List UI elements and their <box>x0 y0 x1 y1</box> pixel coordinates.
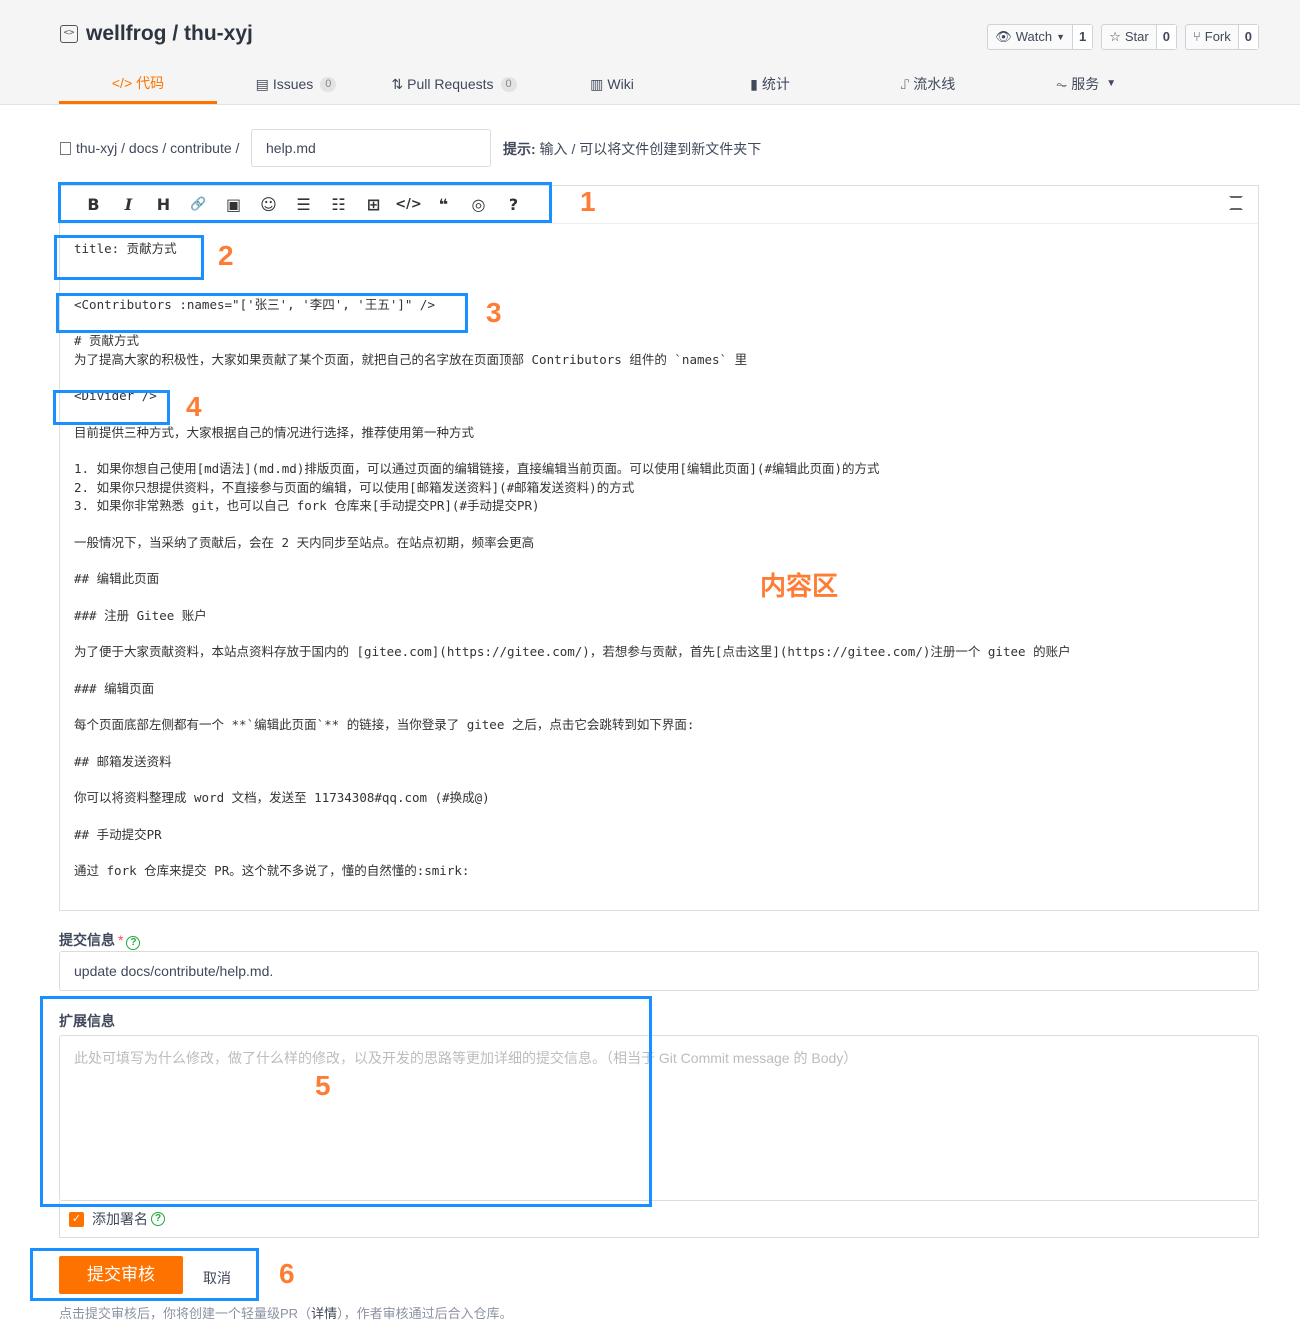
hint-label: 提示: <box>503 141 536 157</box>
chevron-down-icon: ▼ <box>1106 78 1117 89</box>
repo-icon: <> <box>60 25 78 43</box>
sign-label[interactable]: 添加署名 <box>92 1209 148 1229</box>
annotation-box-contributors <box>56 293 468 333</box>
issues-count-badge: 0 <box>320 76 337 92</box>
help-icon[interactable]: ? <box>126 936 141 950</box>
code-line: <Divider /> <box>74 388 157 403</box>
tab-pull-requests[interactable]: ⇅ Pull Requests 0 <box>375 64 533 104</box>
tab-pipeline[interactable]: ⑀ 流水线 <box>849 64 1007 104</box>
fork-button[interactable]: ⑂ Fork 0 <box>1184 24 1259 50</box>
code-line: ## 编辑此页面 <box>74 571 160 586</box>
code-line: ## 邮箱发送资料 <box>74 753 172 769</box>
submit-note: 点击提交审核后，你将创建一个轻量级PR（详情），作者审核通过后合入仓库。 <box>59 1303 513 1322</box>
file-icon <box>60 141 71 155</box>
annotation-number: 5 <box>315 1070 331 1101</box>
code-line: ## 手动提交PR <box>74 826 162 842</box>
note-text: ），作者审核通过后合入仓库。 <box>337 1306 513 1321</box>
code-line: 一般情况下，当采纳了贡献后，会在 2 天内同步至站点。在站点初期，频率会更高 <box>74 534 535 550</box>
details-link[interactable]: 详情 <box>311 1306 337 1321</box>
annotation-box-extend <box>40 996 652 1207</box>
filename-input[interactable]: help.md <box>251 129 491 167</box>
code-line: 目前提供三种方式，大家根据自己的情况进行选择，推荐使用第一种方式 <box>74 424 475 440</box>
fork-label: Fork <box>1204 29 1231 44</box>
watch-label: Watch <box>1015 29 1053 44</box>
tab-code[interactable]: </> 代码 <box>59 64 217 104</box>
note-text: 点击提交审核后，你将创建一个轻量级PR（ <box>59 1306 312 1321</box>
star-icon: ☆ <box>1109 29 1121 44</box>
hint-text: 输入 / 可以将文件创建到新文件夹下 <box>535 141 762 157</box>
tab-wiki[interactable]: ▥ Wiki <box>533 64 691 104</box>
tab-label: 代码 <box>136 74 165 91</box>
fork-icon: ⑂ <box>1192 29 1201 44</box>
pr-count-badge: 0 <box>500 76 517 92</box>
path-hint: 提示: 输入 / 可以将文件创建到新文件夹下 <box>503 139 761 159</box>
service-icon: ⏦ <box>1055 76 1068 92</box>
tab-label: Wiki <box>607 76 634 92</box>
breadcrumb-path[interactable]: thu-xyj / docs / contribute / <box>76 140 239 156</box>
code-line: 为了便于大家贡献资料，本站点资料存放于国内的 [gitee.com](https… <box>74 644 1071 659</box>
annotation-number: 4 <box>186 391 202 422</box>
commit-label: 提交信息 *? <box>59 930 141 950</box>
watch-count[interactable]: 1 <box>1071 25 1093 49</box>
tab-label: Issues <box>272 76 314 92</box>
eye-icon: 👁 <box>995 29 1012 44</box>
tab-label: Pull Requests <box>407 76 494 92</box>
breadcrumb: thu-xyj / docs / contribute / <box>60 129 239 167</box>
content-area-label: 内容区 <box>760 571 839 601</box>
repo-name[interactable]: thu-xyj <box>184 22 253 45</box>
annotation-box-divider <box>53 390 170 425</box>
code-line: 每个页面底部左侧都有一个 **`编辑此页面`** 的链接，当你登录了 gitee… <box>74 717 695 732</box>
pull-request-icon: ⇅ <box>391 76 404 92</box>
annotation-box-toolbar <box>58 182 552 223</box>
tab-label: 统计 <box>761 76 790 92</box>
tab-issues[interactable]: ▤ Issues 0 <box>217 64 375 104</box>
code-line: 你可以将资料整理成 word 文档，发送至 11734308#qq.com (#… <box>74 790 490 805</box>
tab-stats[interactable]: ▮ 统计 <box>691 64 849 104</box>
chevron-down-icon: ▼ <box>1056 32 1065 42</box>
star-button[interactable]: ☆ Star 0 <box>1101 24 1177 50</box>
code-line: 通过 fork 仓库来提交 PR。这个就不多说了，懂的自然懂的:smirk: <box>74 863 470 878</box>
repo-link[interactable]: wellfrog / thu-xyj <box>86 22 253 46</box>
annotation-number: 2 <box>218 240 234 271</box>
tab-service[interactable]: ⏦ 服务 ▼ <box>1007 64 1165 104</box>
annotation-box-actions <box>30 1248 259 1301</box>
code-line: 1. 如果你想自己使用[md语法](md.md)排版页面，可以通过页面的编辑链接… <box>74 461 880 476</box>
annotation-number: 1 <box>580 186 596 217</box>
fork-count[interactable]: 0 <box>1237 25 1258 49</box>
issues-icon: ▤ <box>255 76 269 92</box>
fullscreen-icon[interactable] <box>1229 196 1243 210</box>
editor-content[interactable]: title: 贡献方式 <Contributors :names="['张三', … <box>74 238 1071 881</box>
code-line: 3. 如果你非常熟悉 git，也可以自己 fork 仓库来[手动提交PR](#手… <box>74 498 540 513</box>
code-line: ### 编辑页面 <box>74 680 155 696</box>
code-line: 为了提高大家的积极性，大家如果贡献了某个页面，就把自己的名字放在页面顶部 Con… <box>74 351 748 367</box>
tab-label: 服务 <box>1071 76 1100 92</box>
code-icon: </> <box>111 74 133 91</box>
repo-owner[interactable]: wellfrog <box>86 22 167 45</box>
watch-button[interactable]: 👁 Watch ▼ 1 <box>987 24 1094 50</box>
required-mark: * <box>118 932 124 948</box>
repo-title: <> wellfrog / thu-xyj <box>60 22 253 46</box>
code-line: # 贡献方式 <box>74 333 140 348</box>
stats-icon: ▮ <box>750 76 758 92</box>
repo-actions: 👁 Watch ▼ 1 ☆ Star 0 ⑂ Fork 0 <box>987 24 1259 50</box>
commit-message-input[interactable]: update docs/contribute/help.md. <box>59 951 1259 991</box>
wiki-icon: ▥ <box>590 76 604 92</box>
code-line: 2. 如果你只想提供资料，不直接参与页面的编辑，可以使用[邮箱发送资料](#邮箱… <box>74 479 635 495</box>
repo-header: <> wellfrog / thu-xyj 👁 Watch ▼ 1 ☆ Star 0 … <box>0 0 1300 105</box>
annotation-number: 3 <box>486 297 502 328</box>
repo-separator: / <box>166 22 185 45</box>
sign-checkbox[interactable]: ✓ <box>69 1211 84 1227</box>
annotation-box-title <box>54 235 204 280</box>
commit-label-text: 提交信息 <box>59 932 115 948</box>
help-icon[interactable]: ? <box>151 1212 165 1226</box>
code-line: ### 注册 Gitee 账户 <box>74 607 207 623</box>
pipeline-icon: ⑀ <box>900 76 910 92</box>
star-label: Star <box>1124 29 1149 44</box>
tab-label: 流水线 <box>913 76 956 92</box>
star-count[interactable]: 0 <box>1155 25 1176 49</box>
repo-tabs: </> 代码 ▤ Issues 0 ⇅ Pull Requests 0 ▥ Wiki ▮ 统计… <box>59 64 1239 105</box>
annotation-number: 6 <box>279 1258 295 1289</box>
